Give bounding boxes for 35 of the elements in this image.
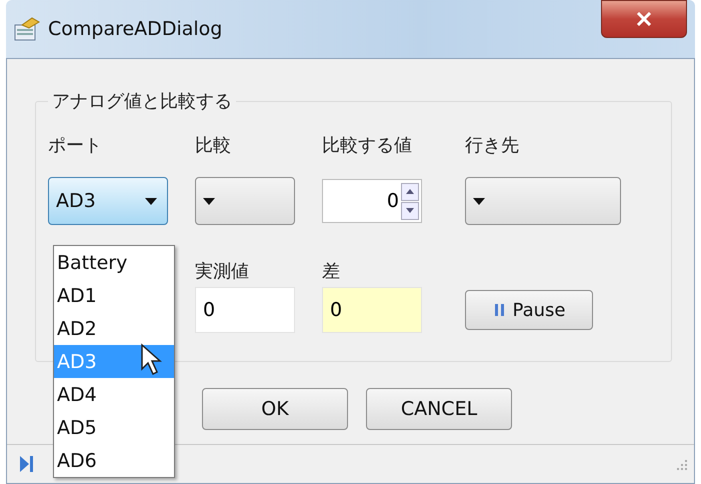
app-icon xyxy=(14,17,40,41)
dropdown-item[interactable]: AD5 xyxy=(54,411,174,444)
port-dropdown[interactable]: AD3 xyxy=(48,177,168,225)
dropdown-item[interactable]: AD2 xyxy=(54,312,174,345)
pause-button[interactable]: Pause xyxy=(465,290,593,330)
value-spinner[interactable]: 0 xyxy=(322,179,422,223)
difference-field[interactable]: 0 xyxy=(322,287,422,333)
field-label: 比較する値 xyxy=(322,134,413,158)
field-label: 比較 xyxy=(195,134,232,158)
pause-icon xyxy=(492,303,507,317)
field-label: 行き先 xyxy=(465,134,520,158)
field-label: 実測値 xyxy=(195,260,250,284)
caret-icon xyxy=(145,198,157,204)
dialog-button[interactable]: OK xyxy=(202,388,348,430)
skip-end-icon xyxy=(19,455,35,473)
field-label: ポート xyxy=(48,134,103,158)
mouse-pointer-icon xyxy=(140,343,164,377)
dropdown-item[interactable]: AD4 xyxy=(54,378,174,411)
field-label: 差 xyxy=(322,260,341,284)
measured-value-field[interactable]: 0 xyxy=(195,287,295,333)
resize-grip-icon xyxy=(674,457,688,471)
close-button[interactable] xyxy=(601,0,687,38)
caret-icon xyxy=(203,198,215,204)
destination-dropdown[interactable] xyxy=(465,177,621,225)
window-title: CompareADDialog xyxy=(48,18,222,40)
dialog-button[interactable]: CANCEL xyxy=(366,388,512,430)
spin-down-button[interactable] xyxy=(401,202,419,220)
group-title: アナログ値と比較する xyxy=(51,90,233,113)
caret-icon xyxy=(473,198,485,204)
dropdown-item[interactable]: Battery xyxy=(54,246,174,279)
compare-dropdown[interactable] xyxy=(195,177,295,225)
spin-up-button[interactable] xyxy=(401,182,419,200)
close-icon xyxy=(636,12,652,26)
dropdown-item[interactable]: AD6 xyxy=(54,444,174,477)
dropdown-item[interactable]: AD1 xyxy=(54,279,174,312)
